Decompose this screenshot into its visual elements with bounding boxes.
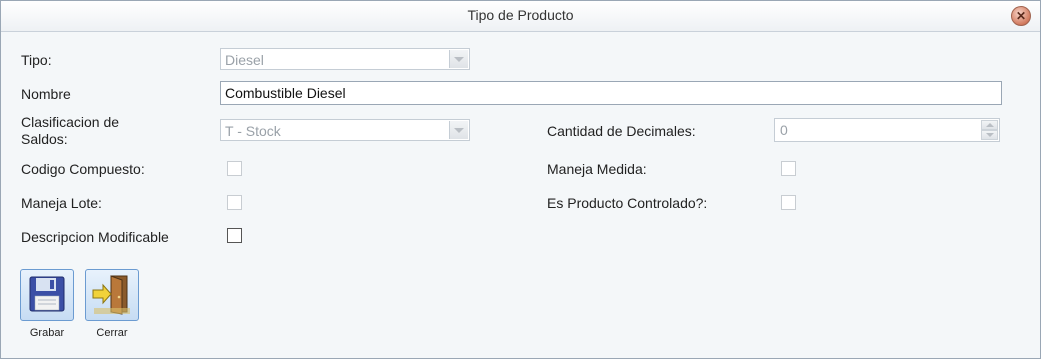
es-producto-controlado-checkbox[interactable] [781, 195, 796, 210]
grabar-label: Grabar [29, 327, 65, 339]
close-button[interactable]: ✕ [1011, 6, 1031, 26]
exit-door-icon [92, 275, 130, 315]
chevron-down-icon[interactable] [449, 121, 468, 139]
descripcion-modificable-label: Descripcion Modificable [21, 229, 169, 245]
codigo-compuesto-checkbox[interactable] [227, 161, 242, 176]
cantidad-decimales-stepper[interactable]: 0 [774, 118, 1000, 142]
clasificacion-select[interactable]: T - Stock [220, 119, 470, 141]
descripcion-modificable-checkbox[interactable] [227, 228, 242, 243]
floppy-disk-icon [29, 276, 65, 312]
dialog-window: Tipo de Producto ✕ Tipo: Diesel Nombre C… [0, 0, 1041, 359]
maneja-lote-checkbox[interactable] [227, 195, 242, 210]
maneja-medida-label: Maneja Medida: [547, 161, 647, 177]
dialog-title: Tipo de Producto [467, 7, 574, 23]
cerrar-button[interactable] [85, 269, 139, 321]
tipo-label: Tipo: [21, 52, 52, 68]
nombre-input[interactable] [220, 81, 1002, 105]
close-icon: ✕ [1015, 9, 1027, 23]
tipo-value: Diesel [225, 52, 264, 68]
es-producto-controlado-label: Es Producto Controlado?: [547, 195, 708, 211]
chevron-down-icon[interactable] [449, 50, 468, 68]
stepper-down-icon[interactable] [981, 130, 998, 140]
cantidad-decimales-label: Cantidad de Decimales: [547, 123, 696, 139]
cantidad-decimales-value: 0 [780, 122, 788, 138]
maneja-medida-checkbox[interactable] [781, 161, 796, 176]
maneja-lote-label: Maneja Lote: [21, 195, 102, 211]
nombre-label: Nombre [21, 86, 71, 102]
clasificacion-label-line1: Clasificacion de [21, 114, 120, 130]
grabar-button[interactable] [20, 269, 74, 321]
cerrar-label: Cerrar [96, 327, 128, 339]
codigo-compuesto-label: Codigo Compuesto: [21, 161, 145, 177]
tipo-select[interactable]: Diesel [220, 48, 470, 70]
title-bar[interactable]: Tipo de Producto ✕ [1, 1, 1040, 32]
stepper-up-icon[interactable] [981, 120, 998, 130]
clasificacion-value: T - Stock [225, 123, 281, 139]
clasificacion-label-line2: Saldos: [21, 131, 68, 147]
